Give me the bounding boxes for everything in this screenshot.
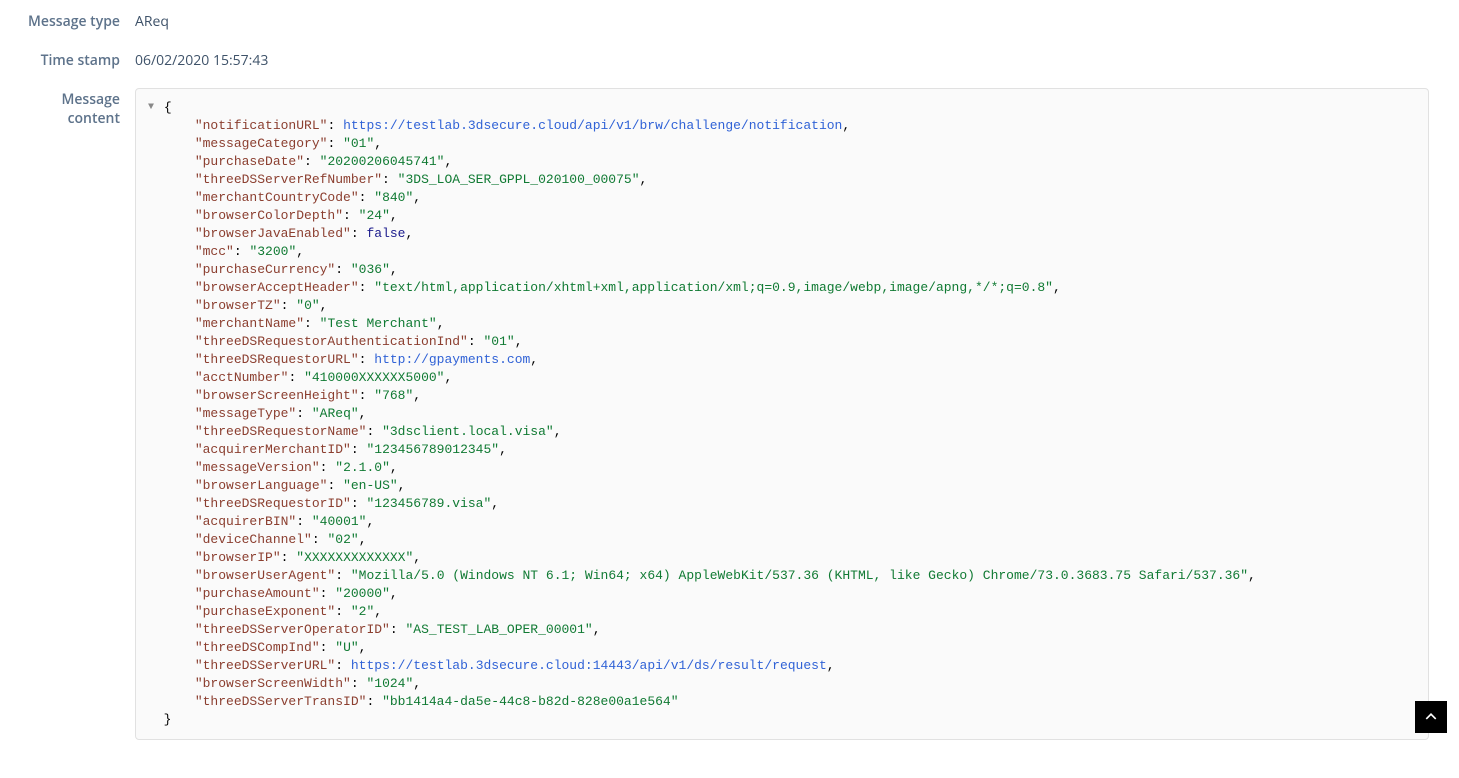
message-type-label: Message type — [10, 10, 135, 31]
time-stamp-value: 06/02/2020 15:57:43 — [135, 49, 268, 70]
time-stamp-label: Time stamp — [10, 49, 135, 70]
message-content-label: Message content — [10, 88, 135, 128]
json-collapse-toggle[interactable]: ▼ — [148, 99, 154, 117]
scroll-to-top-button[interactable] — [1415, 701, 1447, 733]
message-content-row: Message content ▼ { "notificationURL": h… — [10, 88, 1439, 740]
message-content-json-viewer[interactable]: ▼ { "notificationURL": https://testlab.3… — [135, 88, 1429, 740]
time-stamp-row: Time stamp 06/02/2020 15:57:43 — [10, 49, 1439, 70]
chevron-up-icon — [1423, 709, 1439, 725]
message-type-value: AReq — [135, 10, 169, 31]
message-type-row: Message type AReq — [10, 10, 1439, 31]
